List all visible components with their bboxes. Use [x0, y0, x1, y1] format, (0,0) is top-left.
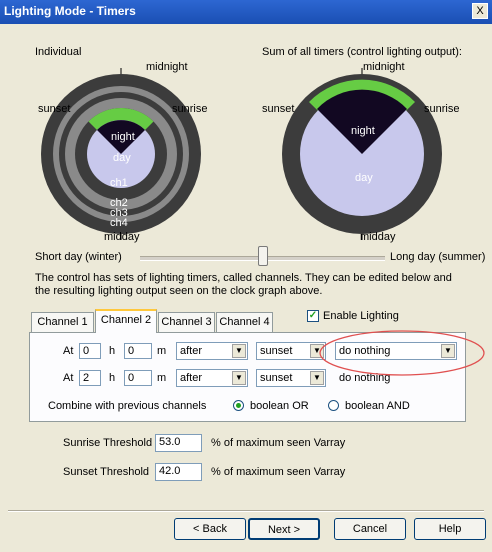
sum-label: Sum of all timers (control lighting outp…: [262, 46, 462, 58]
sum-night: night: [351, 125, 375, 137]
description-text: The control has sets of lighting timers,…: [35, 272, 452, 297]
boolean-or-label: boolean OR: [250, 400, 309, 412]
sunset-threshold-input[interactable]: 42.0: [155, 463, 202, 481]
sunrise-threshold-input[interactable]: 53.0: [155, 434, 202, 452]
row1-minutes-input[interactable]: 0: [124, 343, 152, 359]
boolean-and-label: boolean AND: [345, 400, 410, 412]
title-bar: Lighting Mode - Timers X: [0, 0, 492, 24]
sunset-threshold-label: Sunset Threshold: [63, 466, 150, 478]
row1-relation-select[interactable]: after ▼: [176, 342, 248, 360]
sunset-threshold-unit: % of maximum seen Varray: [211, 466, 346, 478]
tab-channel-4[interactable]: Channel 4: [216, 312, 273, 332]
day-length-slider[interactable]: [257, 246, 268, 266]
sum-sunset: sunset: [262, 103, 295, 115]
slider-left-label: Short day (winter): [35, 251, 122, 263]
chevron-down-icon: ▼: [232, 344, 246, 358]
bottom-separator: [8, 510, 484, 512]
sum-clock: [282, 68, 442, 240]
sunrise-threshold-unit: % of maximum seen Varray: [211, 437, 346, 449]
enable-lighting-checkbox[interactable]: ✓: [307, 310, 319, 322]
sum-midnight: midnight: [363, 61, 405, 73]
individual-label: Individual: [35, 46, 82, 58]
sum-sunrise: sunrise: [424, 103, 460, 115]
row2-hours-input[interactable]: 2: [79, 370, 101, 386]
chevron-down-icon: ▼: [232, 371, 246, 385]
sum-midday: midday: [360, 231, 396, 243]
tab-channel-3[interactable]: Channel 3: [158, 312, 215, 332]
slider-right-label: Long day (summer): [390, 251, 486, 263]
next-button[interactable]: Next >: [248, 518, 320, 540]
sunrise-threshold-label: Sunrise Threshold: [63, 437, 153, 449]
sum-day: day: [355, 172, 373, 184]
individual-sunset: sunset: [38, 103, 71, 115]
highlight-ellipse: [319, 330, 485, 376]
close-button[interactable]: X: [472, 3, 488, 19]
row1-h-label: h: [109, 345, 116, 357]
row2-h-label: h: [109, 372, 116, 384]
individual-midday: midday: [104, 231, 140, 243]
row2-minutes-input[interactable]: 0: [124, 370, 152, 386]
individual-night: night: [111, 131, 135, 143]
row1-hours-input[interactable]: 0: [79, 343, 101, 359]
boolean-and-radio[interactable]: [328, 400, 339, 411]
cancel-button[interactable]: Cancel: [334, 518, 406, 540]
row2-event-select[interactable]: sunset ▼: [256, 369, 326, 387]
row1-event-select[interactable]: sunset ▼: [256, 342, 326, 360]
individual-day: day: [113, 152, 131, 164]
back-button[interactable]: < Back: [174, 518, 246, 540]
tab-channel-1[interactable]: Channel 1: [31, 312, 94, 332]
tab-channel-2[interactable]: Channel 2: [95, 309, 157, 333]
row2-m-label: m: [157, 372, 167, 384]
individual-sunrise: sunrise: [172, 103, 208, 115]
row2-relation-select[interactable]: after ▼: [176, 369, 248, 387]
boolean-or-radio[interactable]: [233, 400, 244, 411]
ch1-label: ch1: [110, 177, 128, 189]
row1-at-label: At: [63, 345, 74, 357]
combine-label: Combine with previous channels: [48, 400, 207, 412]
help-button[interactable]: Help: [414, 518, 486, 540]
ch4-label: ch4: [110, 217, 128, 229]
enable-lighting-label: Enable Lighting: [323, 310, 399, 322]
row2-at-label: At: [63, 372, 74, 384]
row1-m-label: m: [157, 345, 167, 357]
individual-midnight: midnight: [146, 61, 188, 73]
window-title: Lighting Mode - Timers: [4, 4, 136, 18]
